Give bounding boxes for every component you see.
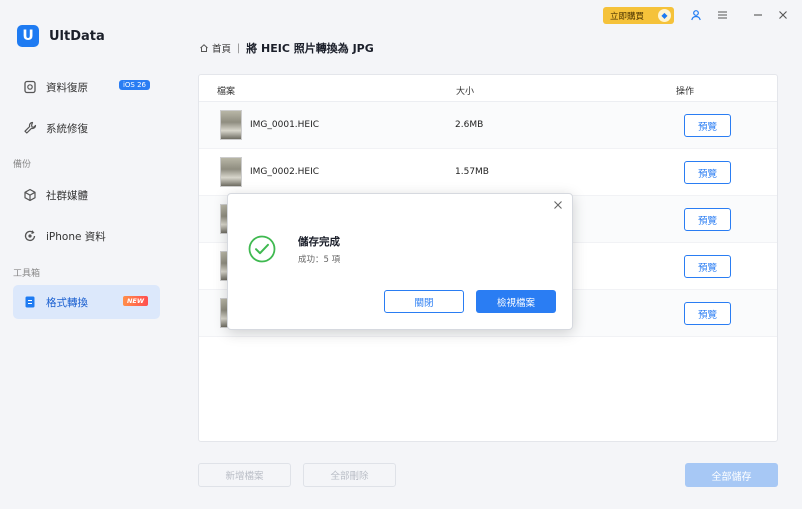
table-row: IMG_0002.HEIC 1.57MB 預覽 bbox=[199, 149, 777, 196]
buy-now-label: 立即購買 bbox=[610, 11, 645, 22]
sidebar-item-label: iPhone 資料 bbox=[46, 230, 106, 243]
sidebar-item-data-recovery[interactable]: 資料復原 iOS 26 bbox=[13, 70, 160, 104]
preview-button[interactable]: 預覽 bbox=[684, 114, 731, 137]
sidebar-item-label: 格式轉換 bbox=[46, 296, 88, 309]
sidebar-item-label: 系統修復 bbox=[46, 122, 88, 135]
refresh-icon bbox=[22, 228, 38, 244]
page-title: 將 HEIC 照片轉換為 JPG bbox=[246, 42, 374, 55]
sidebar-item-format-convert[interactable]: 格式轉換 NEW bbox=[13, 285, 160, 319]
logo-icon: U bbox=[17, 25, 39, 47]
preview-button[interactable]: 預覽 bbox=[684, 208, 731, 231]
view-files-button[interactable]: 檢視檔案 bbox=[476, 290, 556, 313]
sidebar-item-system-repair[interactable]: 系統修復 bbox=[13, 111, 160, 145]
success-check-icon bbox=[248, 235, 276, 263]
home-icon bbox=[200, 44, 208, 52]
file-size: 2.6MB bbox=[455, 120, 484, 130]
sidebar-item-label: 資料復原 bbox=[46, 81, 88, 94]
delete-all-button[interactable]: 全部刪除 bbox=[303, 463, 396, 487]
app-name: UltData bbox=[49, 28, 105, 44]
header-file: 檔案 bbox=[217, 87, 236, 97]
file-size: 1.57MB bbox=[455, 167, 489, 177]
save-complete-dialog: 儲存完成 成功：5 項 關閉 檢視檔案 bbox=[227, 193, 573, 330]
buy-now-button[interactable]: 立即購買 ◆ bbox=[603, 7, 674, 24]
sidebar-item-label: 社群媒體 bbox=[46, 189, 88, 202]
section-label-backup: 備份 bbox=[13, 160, 32, 170]
sidebar: U UltData 資料復原 iOS 26 系統修復 備份 社群媒體 iPhon… bbox=[0, 0, 174, 509]
preview-button[interactable]: 預覽 bbox=[684, 161, 731, 184]
sidebar-item-iphone-data[interactable]: iPhone 資料 bbox=[13, 219, 160, 253]
image-thumbnail bbox=[220, 110, 242, 140]
new-badge: NEW bbox=[122, 296, 148, 306]
dialog-close-button[interactable]: 關閉 bbox=[384, 290, 464, 313]
breadcrumb: 首頁 | 將 HEIC 照片轉換為 JPG bbox=[199, 40, 374, 56]
breadcrumb-home-label: 首頁 bbox=[212, 44, 232, 55]
account-icon[interactable] bbox=[689, 8, 703, 22]
file-name: IMG_0001.HEIC bbox=[250, 120, 320, 130]
diamond-icon: ◆ bbox=[658, 9, 671, 22]
menu-icon[interactable] bbox=[715, 8, 729, 22]
dialog-subtitle: 成功：5 項 bbox=[298, 255, 341, 265]
section-label-tools: 工具箱 bbox=[13, 269, 41, 279]
header-size: 大小 bbox=[456, 87, 475, 97]
minimize-icon[interactable] bbox=[751, 8, 765, 22]
save-all-button[interactable]: 全部儲存 bbox=[685, 463, 778, 487]
close-window-icon[interactable] bbox=[776, 8, 790, 22]
preview-button[interactable]: 預覽 bbox=[684, 302, 731, 325]
wrench-icon bbox=[22, 120, 38, 136]
table-header: 檔案 大小 操作 bbox=[199, 75, 777, 102]
preview-button[interactable]: 預覽 bbox=[684, 255, 731, 278]
table-row: IMG_0001.HEIC 2.6MB 預覽 bbox=[199, 102, 777, 149]
convert-icon bbox=[22, 294, 38, 310]
breadcrumb-home[interactable]: 首頁 bbox=[199, 41, 231, 55]
file-name: IMG_0002.HEIC bbox=[250, 167, 320, 177]
header-action: 操作 bbox=[676, 87, 695, 97]
cube-icon bbox=[22, 187, 38, 203]
dialog-title: 儲存完成 bbox=[298, 236, 340, 248]
breadcrumb-separator: | bbox=[237, 42, 241, 54]
dialog-close-icon[interactable] bbox=[551, 198, 565, 212]
sidebar-item-social-media[interactable]: 社群媒體 bbox=[13, 178, 160, 212]
add-files-button[interactable]: 新增檔案 bbox=[198, 463, 291, 487]
image-thumbnail bbox=[220, 157, 242, 187]
recovery-icon bbox=[22, 79, 38, 95]
app-logo: U UltData bbox=[17, 25, 105, 47]
ios-badge: iOS 26 bbox=[118, 80, 150, 90]
